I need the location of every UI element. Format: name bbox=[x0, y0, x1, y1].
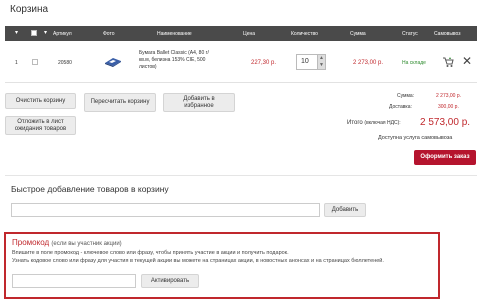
add-to-favorites-button[interactable]: Добавить в избранное bbox=[163, 93, 235, 112]
header-price[interactable]: Цена bbox=[243, 31, 255, 37]
table-row: 1 20580 Бумага Ballet Classic (A4, 80 г/… bbox=[5, 43, 477, 83]
status-badge: На складе bbox=[402, 60, 426, 66]
table-header: ▾ ▾ Артикул Фото Наименование Цена Колич… bbox=[5, 26, 477, 41]
promo-title: Промокод bbox=[12, 238, 50, 247]
pickup-note: Доступна услуга самовывоза bbox=[378, 135, 453, 141]
sort-icon[interactable]: ▾ bbox=[44, 30, 47, 36]
header-pickup: Самовывоз bbox=[434, 31, 461, 37]
expand-icon[interactable]: ▾ bbox=[15, 30, 18, 36]
postpone-button[interactable]: Отложить в лист ожидания товаров bbox=[5, 116, 76, 135]
spinner-arrows-icon[interactable]: ▲ ▼ bbox=[317, 55, 325, 69]
header-quantity: Количество bbox=[291, 31, 318, 37]
divider bbox=[5, 175, 477, 176]
header-article[interactable]: Артикул bbox=[53, 31, 72, 37]
header-sum[interactable]: Сумма bbox=[350, 31, 366, 37]
delivery-label: Доставка: bbox=[389, 104, 412, 110]
promo-code-input[interactable] bbox=[12, 274, 136, 288]
delivery-value: 300,00 р. bbox=[438, 104, 459, 110]
quick-add-title: Быстрое добавление товаров в корзину bbox=[11, 184, 169, 194]
add-button[interactable]: Добавить bbox=[324, 203, 366, 217]
promo-description: Впишите в поле промокод - ключевое слово… bbox=[12, 249, 432, 265]
row-number: 1 bbox=[15, 60, 18, 66]
recalculate-cart-button[interactable]: Пересчитать корзину bbox=[84, 93, 156, 112]
select-all-checkbox[interactable] bbox=[31, 30, 37, 36]
product-photo[interactable] bbox=[104, 55, 122, 69]
total-label: Итого (включая НДС): bbox=[347, 120, 401, 126]
delete-icon[interactable]: ✕ bbox=[462, 54, 472, 68]
promo-line-2: Узнать кодовое слово или фразу для участ… bbox=[12, 258, 384, 264]
total-label-text: Итого bbox=[347, 120, 363, 126]
checkout-button[interactable]: Оформить заказ bbox=[414, 150, 476, 165]
row-checkbox[interactable] bbox=[32, 59, 38, 65]
quantity-stepper[interactable]: 10 ▲ ▼ bbox=[296, 54, 326, 70]
quick-add-input[interactable] bbox=[11, 203, 320, 217]
header-photo: Фото bbox=[103, 31, 115, 37]
quantity-value[interactable]: 10 bbox=[301, 58, 309, 65]
total-vat-note: (включая НДС): bbox=[364, 120, 401, 126]
sum-label: Сумма: bbox=[397, 93, 415, 99]
promo-section: Промокод (если вы участник акции) Впишит… bbox=[4, 232, 440, 299]
row-price: 227,30 р. bbox=[251, 60, 277, 66]
page-title: Корзина bbox=[10, 4, 49, 15]
row-article: 20580 bbox=[58, 60, 72, 66]
product-name-link[interactable]: Бумага Ballet Classic (A4, 80 г/кв.м, бе… bbox=[139, 50, 219, 71]
promo-line-1: Впишите в поле промокод - ключевое слово… bbox=[12, 250, 289, 256]
activate-button[interactable]: Активировать bbox=[141, 274, 199, 288]
clear-cart-button[interactable]: Очистить корзину bbox=[5, 93, 76, 109]
promo-heading: Промокод (если вы участник акции) bbox=[12, 238, 122, 247]
header-name[interactable]: Наименование bbox=[157, 31, 192, 37]
promo-hint: (если вы участник акции) bbox=[51, 241, 122, 247]
pickup-cart-icon[interactable] bbox=[442, 56, 454, 68]
row-sum: 2 273,00 р. bbox=[353, 60, 384, 66]
header-status: Статус bbox=[402, 31, 418, 37]
total-value: 2 573,00 р. bbox=[420, 117, 471, 128]
sum-value: 2 273,00 р. bbox=[436, 93, 462, 99]
